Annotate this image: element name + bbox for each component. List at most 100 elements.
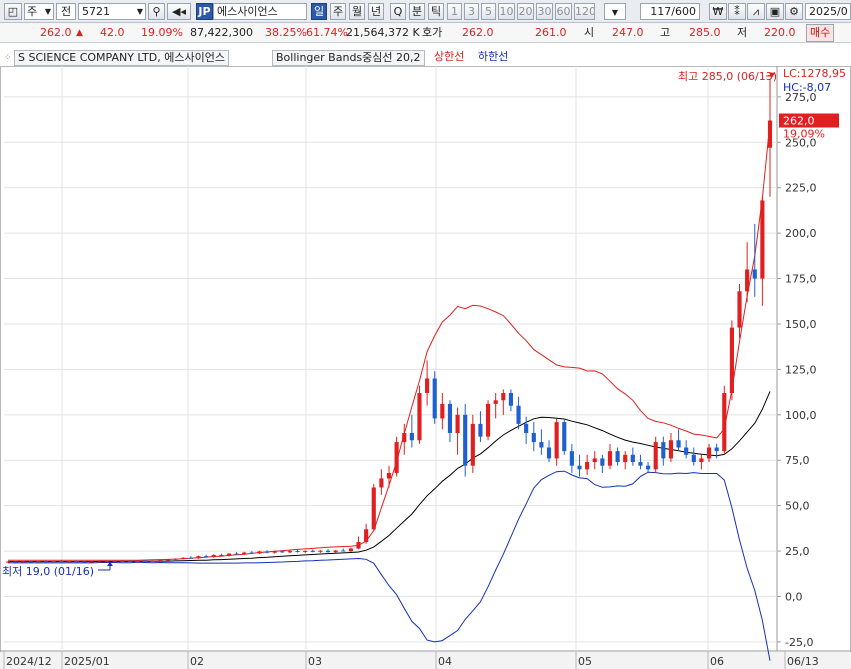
high-label: 고	[660, 26, 671, 39]
candle-body	[74, 561, 79, 563]
period-tab-1[interactable]: 주	[330, 3, 346, 20]
period-tab-4[interactable]: Q	[390, 3, 406, 20]
candle-body	[28, 561, 33, 563]
candle-body	[211, 554, 216, 558]
line-chart-icon[interactable]: ⩘	[747, 3, 765, 20]
candle-body	[219, 554, 224, 556]
x-tick-label: 06/13	[787, 655, 819, 668]
candle-body	[5, 561, 11, 563]
count-max: /600	[671, 5, 696, 18]
interval-button-20[interactable]: 20	[517, 3, 534, 20]
candle-body	[440, 403, 445, 419]
turnover-rate: 61.74%	[306, 26, 348, 39]
candle-body	[287, 551, 293, 553]
max-price-label: 최고 285,0 (06/13)	[678, 70, 777, 83]
interval-button-30[interactable]: 30	[536, 3, 553, 20]
bid-price-1: 262.0	[462, 26, 494, 39]
stock-name-field[interactable]: 에스사이언스	[213, 3, 307, 20]
interval-button-5[interactable]: 5	[481, 3, 496, 20]
date-input[interactable]: 2025/0	[805, 3, 851, 20]
y-tick-label: 50,0	[785, 500, 810, 513]
code-input[interactable]: 5721 ▼	[78, 3, 146, 20]
buy-button[interactable]: 매수	[806, 24, 835, 42]
volume: 87,422,300	[190, 26, 253, 39]
type-select-2[interactable]: 전	[56, 3, 76, 20]
candle-body	[630, 454, 635, 463]
high-price: 285.0	[689, 26, 721, 39]
count-input[interactable]: 117/600	[640, 3, 700, 20]
toolbar: ◰ 주 ▼ 전 5721 ▼ ⚲ ◀◂ JP 에스사이언스 ▼ 117/600 ₩ …	[0, 0, 851, 23]
candle-body	[386, 472, 392, 479]
interval-button-1[interactable]: 1	[447, 3, 462, 20]
candle-body	[531, 432, 536, 443]
chevron-down-icon: ▼	[611, 8, 619, 17]
interval-button-60[interactable]: 60	[555, 3, 572, 20]
candle-body	[135, 560, 140, 562]
interval-select[interactable]: ▼	[604, 3, 626, 20]
candle-body	[463, 414, 468, 466]
price-chart[interactable]: -25,0 0,0 25,0 50,0 75,0 100,0 125,0 150,0 175,0…	[0, 66, 851, 669]
interval-button-10[interactable]: 10	[498, 3, 515, 20]
candle-body	[585, 462, 590, 470]
candle-body	[653, 442, 658, 470]
x-tick-label: 2025/01	[64, 655, 110, 668]
company-name: S SCIENCE COMPANY LTD, 에스사이언스	[14, 50, 229, 66]
period-tab-5[interactable]: 분	[409, 3, 425, 20]
candle-body	[165, 559, 171, 561]
chart-type-icon[interactable]: ₩	[709, 3, 727, 20]
current-price-tag-label: 262,0	[783, 115, 815, 128]
trade-amount: 21,564,372 K	[346, 26, 420, 39]
period-tab-0[interactable]: 일	[311, 3, 327, 20]
hc-label: HC:-8,07	[783, 81, 831, 94]
bid-price-2: 261.0	[535, 26, 567, 39]
interval-button-3[interactable]: 3	[464, 3, 479, 20]
gear-icon[interactable]: ⚙	[785, 3, 803, 20]
candle-body	[242, 552, 247, 555]
bid-label: 호가	[422, 26, 443, 39]
period-tab-2[interactable]: 월	[349, 3, 365, 20]
open-label: 시	[584, 26, 595, 39]
period-tab-6[interactable]: 틱	[428, 3, 444, 20]
candle-body	[676, 440, 681, 448]
period-tab-3[interactable]: 년	[368, 3, 384, 20]
x-tick-label: 06	[710, 655, 724, 668]
y-tick-label: 25,0	[785, 545, 810, 558]
type-select-value: 주	[27, 5, 38, 18]
chart-legend: ⁘ S SCIENCE COMPANY LTD, 에스사이언스 Bollinge…	[0, 48, 851, 80]
indicator-label: Bollinger Bands중심선 20,2	[276, 51, 421, 64]
candle-body	[607, 451, 613, 466]
candle-body	[706, 447, 712, 459]
candle-body	[104, 561, 110, 563]
chevron-down-icon: ▼	[44, 7, 51, 16]
type-select[interactable]: 주 ▼	[24, 3, 54, 20]
candle-body	[379, 478, 384, 488]
y-tick-label: 0,0	[785, 590, 803, 603]
candle-body	[21, 561, 26, 563]
window-menu-icon[interactable]: ◰	[4, 3, 22, 20]
candle-body	[226, 553, 232, 556]
candle-body	[508, 393, 513, 406]
grip-icon: ⁘	[4, 53, 12, 63]
candle-icon[interactable]: ⁑	[728, 3, 746, 20]
x-tick-label: 02	[190, 655, 204, 668]
candle-body	[59, 561, 64, 563]
candle-body	[158, 559, 163, 561]
candle-body	[272, 551, 277, 553]
candle-body	[668, 440, 674, 459]
candle-body	[173, 558, 178, 560]
candle-body	[760, 200, 765, 279]
save-icon[interactable]: ▣	[766, 3, 784, 20]
candle-body	[303, 550, 308, 552]
interval-button-120[interactable]: 120	[574, 3, 595, 20]
y-tick-label: 125,0	[785, 363, 817, 376]
candle-body	[554, 422, 559, 459]
speaker-icon[interactable]: ◀◂	[167, 3, 191, 20]
candle-body	[150, 560, 155, 562]
candle-body	[394, 442, 399, 473]
candle-body	[569, 451, 574, 466]
search-icon[interactable]: ⚲	[148, 3, 165, 20]
candle-body	[348, 548, 353, 552]
candle-body	[234, 553, 239, 555]
min-price-label: 최저 19,0 (01/16)	[2, 565, 94, 578]
market-badge: JP	[196, 3, 213, 20]
